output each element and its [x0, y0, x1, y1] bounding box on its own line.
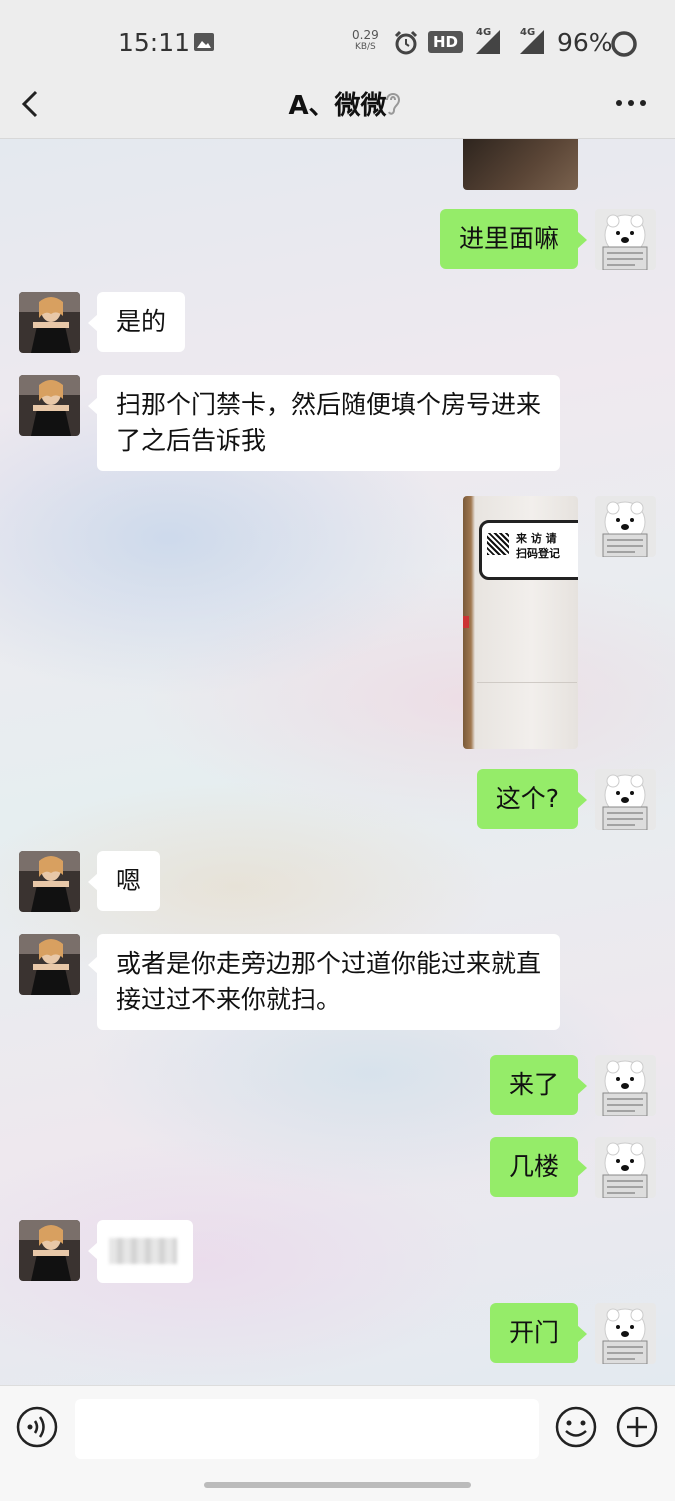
my-avatar[interactable] — [595, 496, 656, 557]
voice-icon[interactable] — [16, 1406, 58, 1448]
qr-sign: 来 访 请 扫码登记 — [479, 520, 578, 580]
message-bubble-out[interactable]: 几楼 — [489, 1137, 588, 1197]
gallery-icon — [194, 33, 214, 51]
home-indicator[interactable] — [204, 1482, 471, 1488]
net-speed-value: 0.29 — [352, 28, 379, 42]
chat-title: A、微微 — [288, 91, 387, 121]
my-avatar[interactable] — [595, 1303, 656, 1364]
sign-line-2: 扫码登记 — [516, 547, 560, 560]
redaction-mosaic — [109, 1238, 177, 1264]
message-bubble-in[interactable]: 扫那个门禁卡，然后随便填个房号进来了之后告诉我 — [88, 375, 560, 471]
chat-photo[interactable] — [463, 139, 578, 190]
ear-icon — [386, 93, 401, 115]
message-bubble-in[interactable]: 是的 — [87, 292, 186, 352]
status-bar: 15:11 0.29 KB/S HD 4G 4G 96% — [0, 0, 675, 80]
message-bubble-out[interactable]: 这个? — [476, 769, 588, 829]
chat-area[interactable]: 进里面嘛 是的 扫那个门禁卡，然后随便填个房号进来了之后告诉我 来 访 请 扫码… — [0, 139, 675, 1385]
message-bubble-in[interactable]: 或者是你走旁边那个过道你能过来就直接过过不来你就扫。 — [88, 934, 560, 1030]
battery-icon — [611, 31, 637, 57]
contact-avatar[interactable] — [19, 851, 80, 912]
plus-icon[interactable] — [616, 1406, 658, 1448]
message-bubble-out[interactable]: 开门 — [489, 1303, 588, 1363]
contact-avatar[interactable] — [19, 375, 80, 436]
contact-avatar[interactable] — [19, 292, 80, 353]
qr-code-icon — [487, 533, 509, 555]
chat-header: A、微微 — [0, 80, 675, 139]
message-input[interactable] — [75, 1399, 539, 1459]
my-avatar[interactable] — [595, 769, 656, 830]
signal-1-label: 4G — [476, 27, 492, 38]
message-bubble-in-redacted[interactable] — [88, 1220, 193, 1283]
message-bubble-out[interactable]: 进里面嘛 — [439, 209, 588, 269]
contact-avatar[interactable] — [19, 934, 80, 995]
status-time: 15:11 — [118, 28, 191, 57]
message-bubble-in[interactable]: 嗯 — [87, 851, 161, 911]
chat-photo-qr-sign[interactable]: 来 访 请 扫码登记 — [463, 496, 578, 749]
alarm-icon — [394, 30, 418, 55]
contact-avatar[interactable] — [19, 1220, 80, 1281]
net-speed: 0.29 KB/S — [352, 29, 379, 53]
more-icon[interactable] — [614, 90, 648, 116]
net-speed-unit: KB/S — [354, 42, 376, 52]
photo-detail — [477, 682, 577, 683]
hd-badge: HD — [428, 31, 464, 53]
sign-line-1: 来 访 请 — [516, 532, 557, 545]
signal-2-label: 4G — [520, 27, 536, 38]
battery-level: 96% — [557, 28, 613, 57]
my-avatar[interactable] — [595, 1137, 656, 1198]
my-avatar[interactable] — [595, 1055, 656, 1116]
photo-detail — [463, 616, 469, 628]
message-bubble-out[interactable]: 来了 — [489, 1055, 588, 1115]
emoji-icon[interactable] — [555, 1406, 597, 1448]
my-avatar[interactable] — [595, 209, 656, 270]
